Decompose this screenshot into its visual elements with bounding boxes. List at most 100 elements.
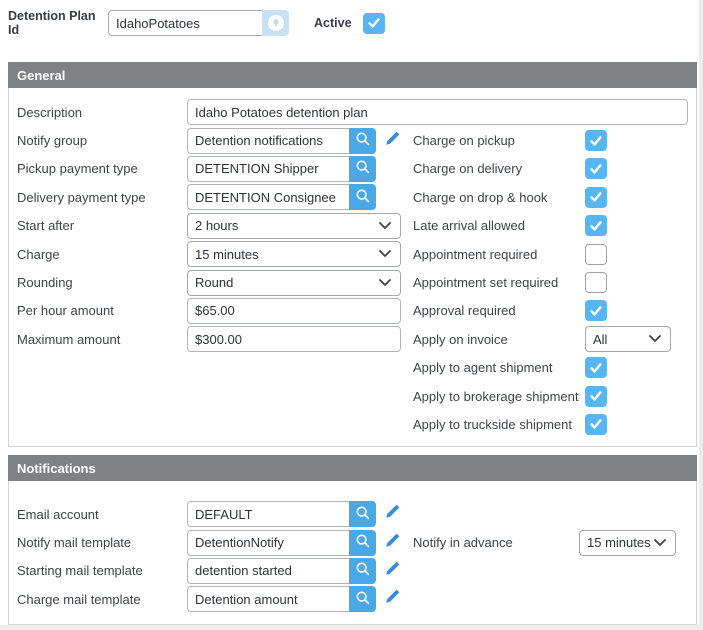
form-row-charge-on-drop-hook: Charge on drop & hook: [413, 183, 671, 211]
form-row-charge-mail-template: Charge mail template: [17, 585, 402, 613]
apply-on-invoice-select-value: All: [593, 332, 607, 347]
section-general-title: General: [17, 68, 65, 83]
apply-to-truckside-shipment-label: Apply to truckside shipment: [413, 417, 585, 432]
notify-mail-template-label: Notify mail template: [17, 535, 187, 550]
notify-group-edit-button[interactable]: [384, 132, 402, 150]
description-input[interactable]: [187, 99, 688, 125]
charge-mail-template-edit-button[interactable]: [384, 590, 402, 608]
per-hour-amount-input[interactable]: [187, 298, 401, 324]
appointment-set-required-checkbox[interactable]: [585, 272, 607, 293]
search-icon: [355, 505, 371, 524]
appointment-required-label: Appointment required: [413, 247, 585, 262]
form-row-charge-on-pickup: Charge on pickup: [413, 126, 671, 154]
starting-mail-template-search-button[interactable]: [349, 558, 376, 584]
rounding-select-value: Round: [195, 275, 233, 290]
start-after-label: Start after: [17, 218, 187, 233]
charge-mail-template-input[interactable]: [187, 586, 349, 612]
notify-mail-template-edit-button[interactable]: [384, 534, 402, 552]
pencil-icon: [384, 560, 401, 582]
rounding-select[interactable]: Round: [187, 270, 401, 296]
notify-mail-template-search-button[interactable]: [349, 530, 376, 556]
notify-in-advance-select[interactable]: 15 minutes: [579, 530, 676, 556]
charge-on-delivery-checkbox[interactable]: [585, 158, 607, 179]
search-icon: [355, 590, 371, 609]
pencil-icon: [384, 532, 401, 554]
chevron-down-icon: [379, 222, 391, 230]
section-general: General Description Notify group Pickup pa…: [8, 62, 697, 447]
general-right-column: Charge on pickupCharge on deliveryCharge…: [413, 126, 671, 438]
apply-to-brokerage-shipment-label: Apply to brokerage shipment: [413, 389, 585, 404]
pickup-payment-type-input[interactable]: [187, 156, 349, 182]
start-after-select[interactable]: 2 hours: [187, 213, 401, 239]
check-icon: [590, 419, 602, 429]
notify-group-label: Notify group: [17, 133, 187, 148]
form-row-email-account: Email account: [17, 500, 402, 528]
starting-mail-template-input[interactable]: [187, 558, 349, 584]
chevron-down-icon: [649, 335, 661, 343]
plan-id-bar: Detention Plan Id Active: [8, 10, 385, 36]
notify-in-advance-label: Notify in advance: [413, 535, 579, 550]
charge-select-value: 15 minutes: [195, 247, 259, 262]
form-row-starting-mail-template: Starting mail template: [17, 557, 402, 585]
form-row-notify-in-advance: Notify in advance 15 minutes: [413, 528, 676, 556]
charge-on-drop-hook-label: Charge on drop & hook: [413, 190, 585, 205]
apply-to-truckside-shipment-checkbox[interactable]: [585, 414, 607, 435]
form-row-apply-to-truckside-shipment: Apply to truckside shipment: [413, 410, 671, 438]
form-row-late-arrival-allowed: Late arrival allowed: [413, 212, 671, 240]
generate-id-button[interactable]: [262, 10, 289, 36]
charge-on-pickup-label: Charge on pickup: [413, 133, 585, 148]
check-icon: [590, 363, 602, 373]
form-canvas: Detention Plan Id Active General Descrip…: [0, 0, 699, 625]
appointment-required-checkbox[interactable]: [585, 244, 607, 265]
email-account-search-button[interactable]: [349, 501, 376, 527]
apply-to-brokerage-shipment-checkbox[interactable]: [585, 386, 607, 407]
notify-group-search-button[interactable]: [349, 128, 376, 154]
appointment-set-required-label: Appointment set required: [413, 275, 585, 290]
email-account-input[interactable]: [187, 501, 349, 527]
section-notifications-title: Notifications: [17, 461, 96, 476]
check-icon: [368, 18, 380, 28]
check-icon: [590, 192, 602, 202]
pickup-payment-type-search-button[interactable]: [349, 156, 376, 182]
delivery-payment-type-input[interactable]: [187, 184, 349, 210]
starting-mail-template-edit-button[interactable]: [384, 562, 402, 580]
maximum-amount-label: Maximum amount: [17, 332, 187, 347]
plan-id-input[interactable]: [108, 10, 262, 36]
charge-mail-template-search-button[interactable]: [349, 586, 376, 612]
approval-required-checkbox[interactable]: [585, 300, 607, 321]
form-row-apply-on-invoice: Apply on invoiceAll: [413, 325, 671, 353]
form-row-apply-to-brokerage-shipment: Apply to brokerage shipment: [413, 382, 671, 410]
plan-id-label: Detention Plan Id: [8, 9, 108, 37]
charge-on-pickup-checkbox[interactable]: [585, 130, 607, 151]
notify-in-advance-select-value: 15 minutes: [587, 535, 651, 550]
chevron-down-icon: [654, 539, 666, 547]
search-icon: [355, 188, 371, 207]
search-icon: [355, 561, 371, 580]
start-after-select-value: 2 hours: [195, 218, 238, 233]
apply-to-agent-shipment-checkbox[interactable]: [585, 357, 607, 378]
delivery-payment-type-search-button[interactable]: [349, 184, 376, 210]
notify-mail-template-input[interactable]: [187, 530, 349, 556]
notify-group-input[interactable]: [187, 128, 349, 154]
description-label: Description: [17, 105, 187, 120]
section-notifications: Notifications Email account Notify mail t…: [8, 455, 697, 625]
pickup-payment-type-label: Pickup payment type: [17, 161, 187, 176]
charge-on-drop-hook-checkbox[interactable]: [585, 187, 607, 208]
generate-icon: [267, 14, 285, 32]
apply-on-invoice-select[interactable]: All: [585, 326, 671, 352]
notifications-left-column: Email account Notify mail template Startin…: [17, 500, 402, 614]
active-checkbox[interactable]: [363, 13, 385, 34]
delivery-payment-type-label: Delivery payment type: [17, 190, 187, 205]
form-row-description: Description: [17, 98, 688, 126]
check-icon: [590, 136, 602, 146]
charge-select[interactable]: 15 minutes: [187, 241, 401, 267]
check-icon: [590, 221, 602, 231]
charge-label: Charge: [17, 247, 187, 262]
maximum-amount-input[interactable]: [187, 326, 401, 352]
search-icon: [355, 533, 371, 552]
form-row-notify-mail-template: Notify mail template: [17, 528, 402, 556]
form-row-apply-to-agent-shipment: Apply to agent shipment: [413, 354, 671, 382]
late-arrival-allowed-checkbox[interactable]: [585, 215, 607, 236]
email-account-edit-button[interactable]: [384, 505, 402, 523]
check-icon: [590, 391, 602, 401]
